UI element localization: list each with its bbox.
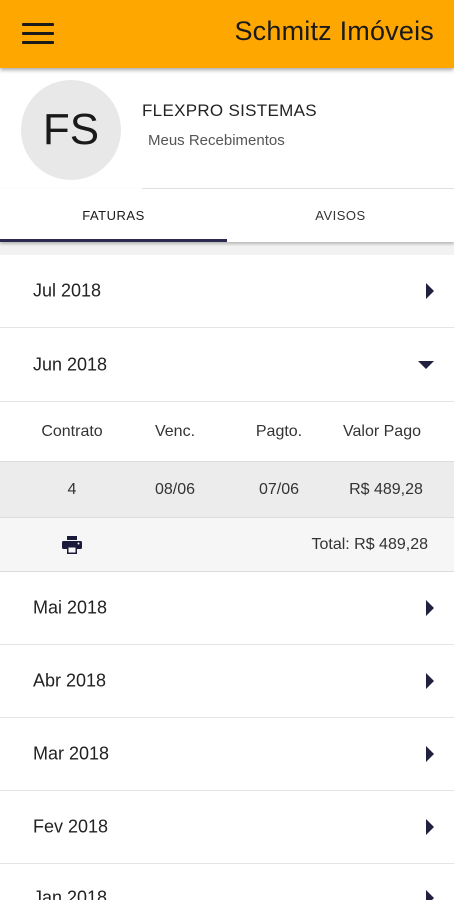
total-value: Total: R$ 489,28 [311,535,428,553]
month-label: Mai 2018 [33,597,108,618]
month-row-mar[interactable]: Mar 2018 [0,718,454,791]
profile-subtitle: Meus Recebimentos [148,132,285,149]
month-label: Jan 2018 [33,887,108,900]
cell-venc: 08/06 [154,480,196,498]
month-label: Jul 2018 [33,280,102,301]
print-icon[interactable] [62,536,82,554]
table-row[interactable]: 4 08/06 07/06 R$ 489,28 [0,461,454,518]
header-valor-pago: Valor Pago [343,422,421,440]
month-row-jul[interactable]: Jul 2018 [0,255,454,328]
triangle-down-icon [418,360,434,369]
triangle-right-icon [426,746,434,762]
table-footer: Total: R$ 489,28 [0,518,454,572]
month-row-jun[interactable]: Jun 2018 [0,328,454,402]
month-label: Mar 2018 [33,743,110,764]
month-row-fev[interactable]: Fev 2018 [0,791,454,864]
month-label: Abr 2018 [33,670,107,691]
triangle-right-icon [426,673,434,689]
tab-faturas[interactable]: FATURAS [0,189,227,242]
profile-header: FS FLEXPRO SISTEMAS Meus Recebimentos FA… [0,68,454,242]
month-row-mai[interactable]: Mai 2018 [0,572,454,645]
app-bar: Schmitz Imóveis [0,0,454,68]
cell-contrato: 4 [67,480,77,498]
triangle-right-icon [426,600,434,616]
cell-valor: R$ 489,28 [349,480,423,498]
company-name: FLEXPRO SISTEMAS [142,101,317,120]
month-row-jan[interactable]: Jan 2018 [0,864,454,900]
triangle-right-icon [426,283,434,299]
month-label: Fev 2018 [33,816,109,837]
app-title: Schmitz Imóveis [234,16,434,46]
tab-indicator [0,239,227,242]
header-pagto: Pagto. [255,422,303,440]
avatar: FS [21,80,121,180]
triangle-right-icon [426,890,434,900]
invoice-table-header: Contrato Venc. Pagto. Valor Pago [0,402,454,461]
triangle-right-icon [426,819,434,835]
month-label: Jun 2018 [33,354,108,374]
month-row-abr[interactable]: Abr 2018 [0,645,454,718]
tab-avisos[interactable]: AVISOS [227,189,454,242]
tab-bar: FATURAS AVISOS [0,189,454,242]
cell-pagto: 07/06 [258,480,300,498]
menu-icon[interactable] [14,17,62,51]
header-contrato: Contrato [41,422,103,440]
header-venc: Venc. [154,422,196,440]
